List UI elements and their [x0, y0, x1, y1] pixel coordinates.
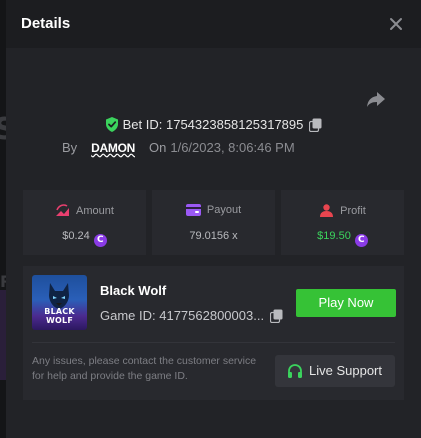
verified-shield-icon: [105, 117, 119, 132]
live-support-button[interactable]: Live Support: [275, 355, 395, 387]
support-notice: Any issues, please contact the customer …: [32, 355, 257, 382]
amount-stat: Amount $0.24 C: [23, 190, 146, 255]
close-icon[interactable]: [388, 16, 404, 32]
bet-id: Bet ID: 1754323858125317895: [122, 117, 304, 132]
bet-by-row: By DAMON On 1/6/2023, 8:06:46 PM: [62, 140, 295, 155]
profit-value: $19.50: [317, 230, 351, 242]
currency-coin-icon: C: [93, 234, 107, 247]
game-card: BLACK WOLF Black Wolf Game ID: 417756280…: [23, 266, 404, 400]
play-now-button[interactable]: Play Now: [296, 289, 396, 317]
modal-header: Details: [6, 0, 421, 48]
on-label: On: [149, 140, 167, 155]
copy-icon[interactable]: [309, 118, 322, 133]
live-support-label: Live Support: [309, 363, 382, 378]
payout-label-row: Payout: [152, 204, 275, 216]
game-thumbnail-text: BLACK WOLF: [44, 307, 75, 325]
profit-user-icon: [320, 204, 334, 217]
payout-label: Payout: [206, 204, 242, 216]
game-id: Game ID: 4177562800003...: [100, 308, 265, 323]
game-name: Black Wolf: [100, 283, 167, 298]
amount-label-row: Amount: [23, 204, 146, 217]
amount-label: Amount: [76, 205, 114, 217]
amount-icon: [56, 204, 70, 216]
currency-coin-icon: C: [354, 234, 368, 247]
amount-value: $0.24: [62, 230, 90, 242]
game-thumbnail[interactable]: BLACK WOLF: [32, 275, 87, 330]
game-id-row: Game ID: 4177562800003...: [100, 308, 283, 324]
details-modal: Details Bet ID: 1754323858125317895 By DA…: [6, 0, 421, 438]
profit-label: Profit: [340, 205, 366, 217]
share-icon[interactable]: [366, 90, 386, 108]
headset-icon: [288, 364, 302, 378]
amount-value-row: $0.24 C: [23, 230, 146, 247]
payout-stat: Payout 79.0156 x: [152, 190, 275, 255]
profit-value-row: $19.50 C: [281, 230, 404, 247]
payout-value: 79.0156 x: [189, 230, 238, 242]
wallet-icon: [185, 204, 201, 216]
profit-label-row: Profit: [281, 204, 404, 217]
bet-timestamp: 1/6/2023, 8:06:46 PM: [170, 140, 295, 155]
bet-id-row: Bet ID: 1754323858125317895: [6, 117, 421, 133]
by-label: By: [62, 140, 78, 155]
username[interactable]: DAMON: [91, 141, 135, 155]
profit-stat: Profit $19.50 C: [281, 190, 404, 255]
divider: [32, 342, 395, 343]
copy-icon[interactable]: [269, 309, 283, 324]
modal-title: Details: [21, 15, 71, 32]
